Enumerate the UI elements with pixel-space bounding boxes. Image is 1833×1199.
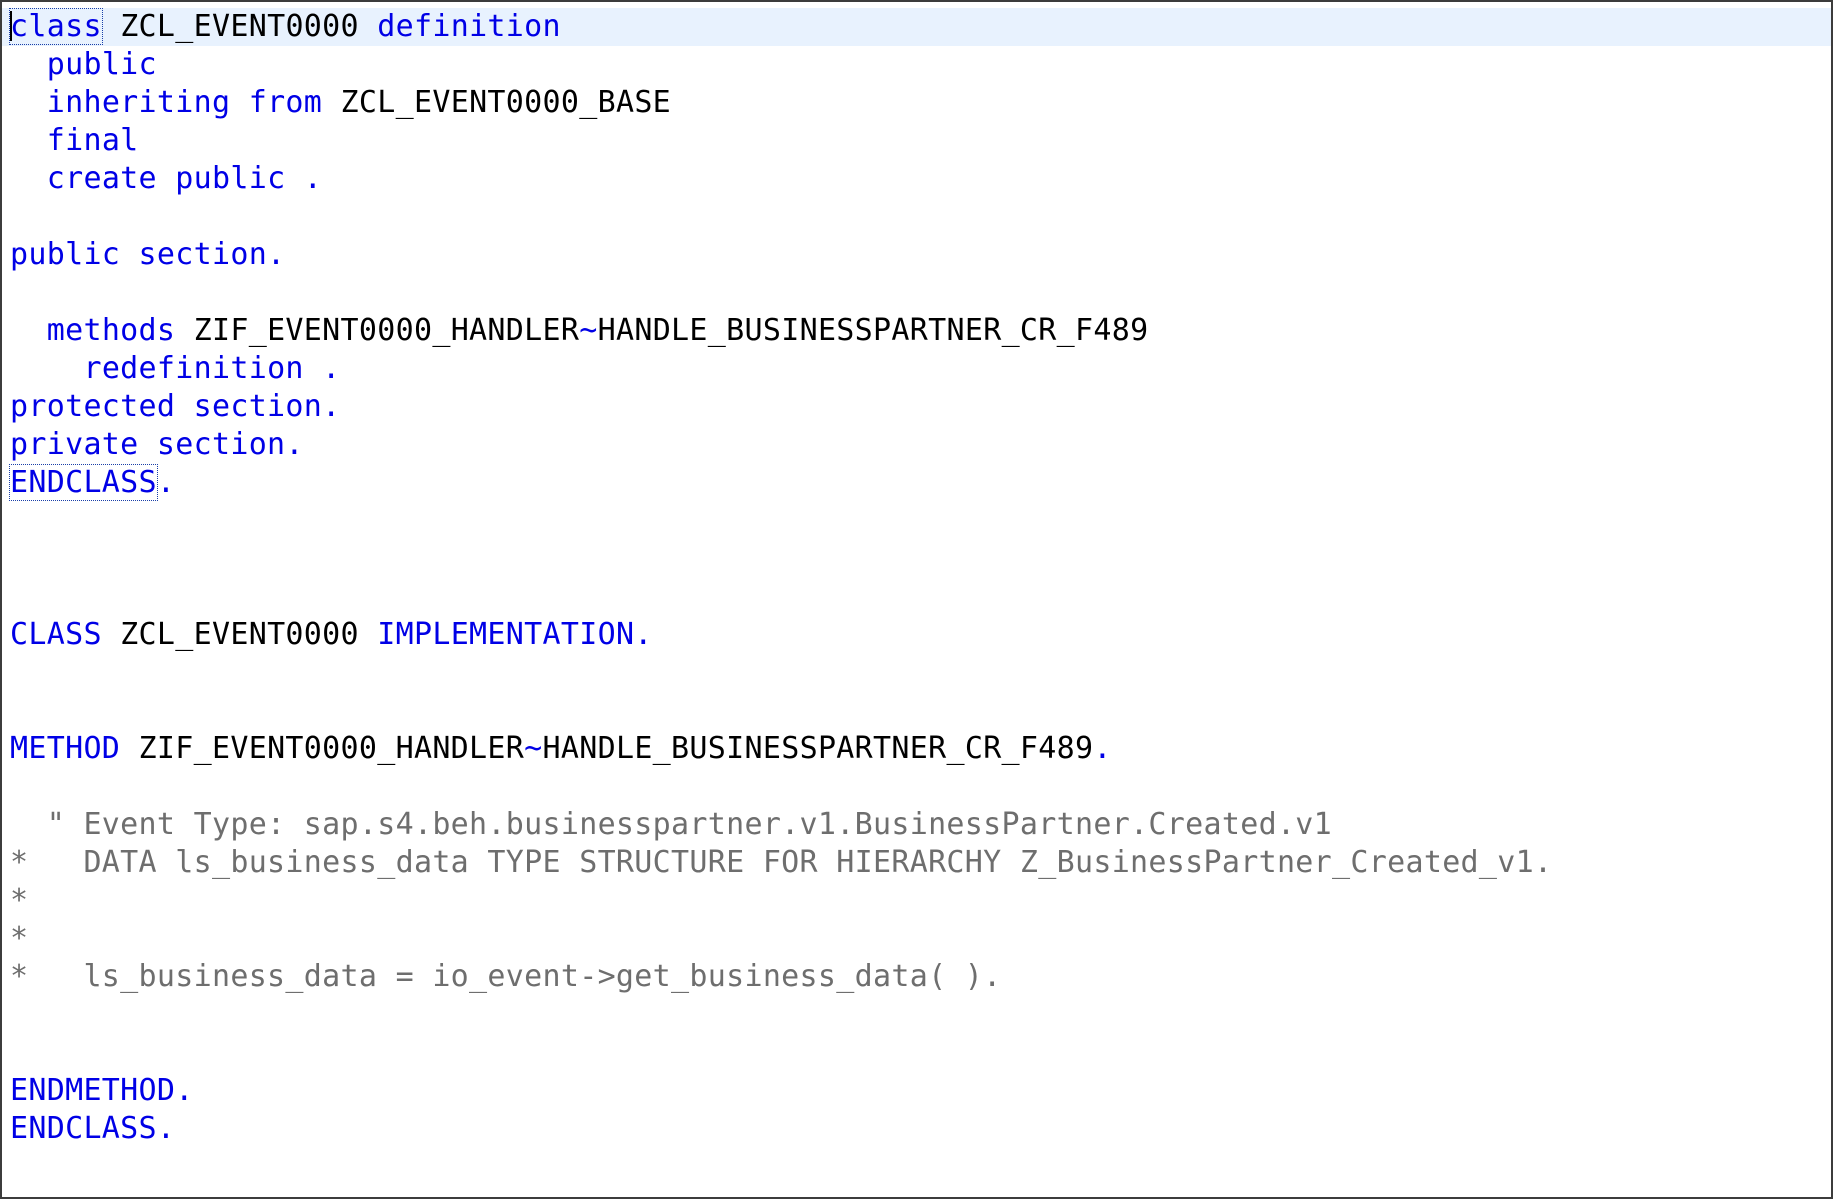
identifier-token: ZCL_EVENT0000 [120, 9, 359, 44]
identifier-token [102, 9, 120, 44]
code-line[interactable]: * DATA ls_business_data TYPE STRUCTURE F… [10, 844, 1831, 882]
identifier-token: HANDLE_BUSINESSPARTNER_CR_F489 [597, 313, 1149, 348]
code-line[interactable]: public section. [10, 236, 1831, 274]
comment-token: * [10, 921, 29, 956]
keyword-token: definition [377, 9, 561, 44]
code-line[interactable]: protected section. [10, 388, 1831, 426]
keyword-token: class [9, 8, 103, 45]
keyword-token: CLASS [10, 617, 102, 652]
keyword-token: . [1093, 731, 1112, 766]
keyword-token: protected section. [10, 389, 341, 424]
keyword-token: public section. [10, 237, 286, 272]
code-line[interactable]: * [10, 882, 1831, 920]
identifier-token: ZIF_EVENT0000_HANDLER [120, 731, 525, 766]
keyword-token: final [46, 123, 139, 158]
keyword-token: IMPLEMENTATION. [377, 617, 653, 652]
code-line[interactable] [10, 578, 1831, 616]
code-line[interactable]: * [10, 920, 1831, 958]
code-line[interactable] [10, 692, 1831, 730]
code-line[interactable]: ENDCLASS. [9, 464, 1831, 502]
code-line[interactable]: CLASS ZCL_EVENT0000 IMPLEMENTATION. [10, 616, 1831, 654]
keyword-token: METHOD [10, 731, 121, 766]
keyword-token: ENDCLASS. [10, 1111, 176, 1146]
code-line[interactable] [10, 996, 1831, 1034]
code-line[interactable]: METHOD ZIF_EVENT0000_HANDLER~HANDLE_BUSI… [10, 730, 1831, 768]
code-line[interactable]: inheriting from ZCL_EVENT0000_BASE [10, 84, 1831, 122]
code-line[interactable] [10, 654, 1831, 692]
code-line[interactable] [10, 198, 1831, 236]
code-line[interactable]: create public . [10, 160, 1831, 198]
keyword-token: ENDCLASS [9, 464, 158, 501]
code-line[interactable]: private section. [10, 426, 1831, 464]
identifier-token [10, 85, 47, 120]
code-line[interactable]: methods ZIF_EVENT0000_HANDLER~HANDLE_BUS… [10, 312, 1831, 350]
comment-token: * [10, 883, 29, 918]
identifier-token: ZIF_EVENT0000_HANDLER [175, 313, 580, 348]
code-line[interactable]: * ls_business_data = io_event->get_busin… [10, 958, 1831, 996]
keyword-token: private section. [10, 427, 304, 462]
identifier-token: ZCL_EVENT0000_BASE [322, 85, 672, 120]
comment-token: * DATA ls_business_data TYPE STRUCTURE F… [10, 845, 1553, 880]
identifier-token [10, 47, 47, 82]
identifier-token: HANDLE_BUSINESSPARTNER_CR_F489 [542, 731, 1094, 766]
code-line[interactable]: " Event Type: sap.s4.beh.businesspartner… [10, 806, 1831, 844]
code-line[interactable] [10, 540, 1831, 578]
code-line[interactable]: ENDMETHOD. [10, 1072, 1831, 1110]
comment-token: * ls_business_data = io_event->get_busin… [10, 959, 1002, 994]
code-editor[interactable]: class ZCL_EVENT0000 definition public in… [0, 0, 1833, 1199]
code-line[interactable]: class ZCL_EVENT0000 definition [2, 8, 1831, 46]
code-line[interactable]: public [10, 46, 1831, 84]
identifier-token [359, 9, 377, 44]
keyword-token: ENDMETHOD. [10, 1073, 194, 1108]
keyword-token: methods [46, 313, 176, 348]
keyword-token: redefinition . [83, 351, 341, 386]
code-line[interactable] [10, 502, 1831, 540]
identifier-token [10, 123, 47, 158]
keyword-token: . [156, 465, 176, 500]
keyword-token: ~ [579, 313, 598, 348]
code-line[interactable]: redefinition . [10, 350, 1831, 388]
identifier-token [10, 161, 47, 196]
code-line[interactable]: ENDCLASS. [10, 1110, 1831, 1148]
code-line[interactable] [10, 1034, 1831, 1072]
keyword-token: public [46, 47, 157, 82]
identifier-token: ZCL_EVENT0000 [101, 617, 378, 652]
identifier-token [10, 351, 83, 386]
text-cursor [10, 10, 12, 41]
comment-token: " Event Type: sap.s4.beh.businesspartner… [10, 807, 1333, 842]
code-area[interactable]: class ZCL_EVENT0000 definition public in… [2, 8, 1831, 1148]
keyword-token: create public . [46, 161, 323, 196]
keyword-token: ~ [524, 731, 543, 766]
code-line[interactable] [10, 274, 1831, 312]
code-line[interactable] [10, 768, 1831, 806]
code-line[interactable]: final [10, 122, 1831, 160]
keyword-token: inheriting from [46, 85, 323, 120]
identifier-token [10, 313, 47, 348]
